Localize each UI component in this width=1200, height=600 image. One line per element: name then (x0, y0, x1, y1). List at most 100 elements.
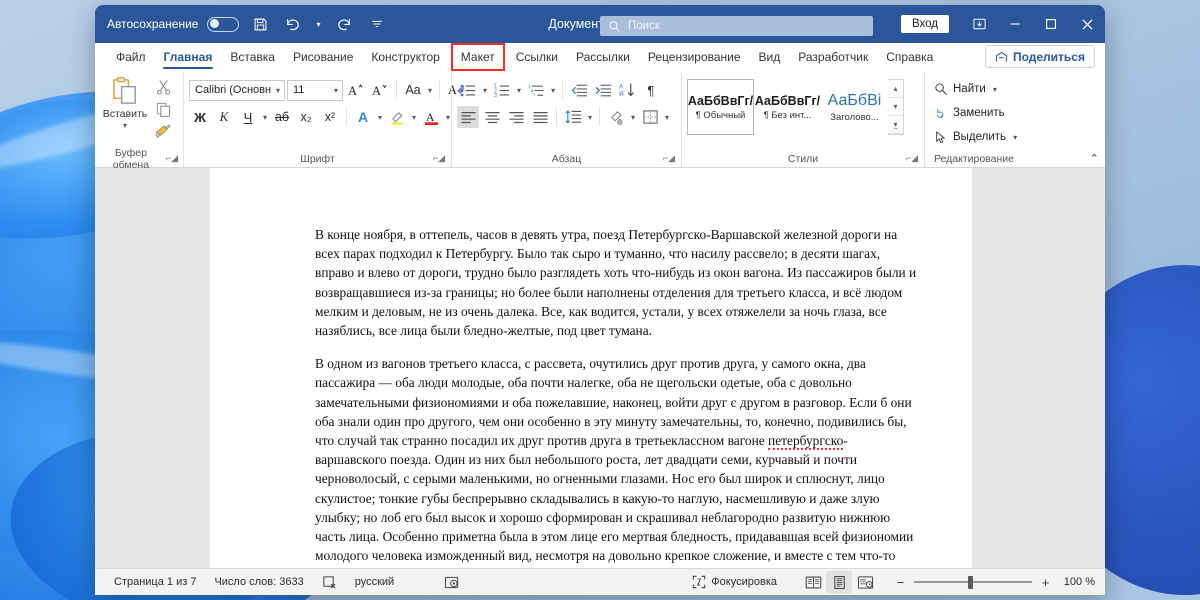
zoom-out-button[interactable]: − (894, 575, 907, 590)
bold-button[interactable]: Ж (189, 106, 211, 128)
change-case-dropdown-icon[interactable]: ▾ (426, 86, 434, 95)
shading-dropdown-icon[interactable]: ▾ (629, 113, 637, 122)
select-button[interactable]: Выделить ▾ (930, 125, 1023, 149)
italic-button[interactable]: К (213, 106, 235, 128)
sign-in-button[interactable]: Вход (901, 15, 949, 33)
style-no-spacing[interactable]: АаБбВвГг/ ¶ Без инт... (754, 79, 821, 135)
font-name-combo[interactable]: Calibri (Основн▾ (189, 80, 285, 101)
numbering-dropdown-icon[interactable]: ▾ (515, 86, 523, 95)
justify-button[interactable] (529, 106, 551, 128)
subscript-button[interactable]: x₂ (295, 106, 317, 128)
tab-developer[interactable]: Разработчик (789, 43, 877, 71)
find-button[interactable]: Найти ▾ (930, 77, 1003, 101)
print-layout-button[interactable] (826, 571, 852, 593)
paste-dropdown-icon[interactable]: ▾ (121, 121, 129, 130)
style-normal[interactable]: АаБбВвГг/ ¶ Обычный (687, 79, 754, 135)
tab-references[interactable]: Ссылки (507, 43, 567, 71)
scroll-up-icon[interactable]: ▴ (888, 80, 903, 98)
align-left-button[interactable] (457, 106, 479, 128)
cut-button[interactable] (152, 77, 174, 97)
dialog-launcher-icon[interactable]: ⌐◢ (166, 154, 178, 163)
close-icon[interactable] (1069, 5, 1105, 43)
ribbon-display-options-icon[interactable] (961, 5, 997, 43)
save-icon[interactable] (248, 12, 272, 36)
tab-file[interactable]: Файл (107, 43, 155, 71)
superscript-button[interactable]: x² (319, 106, 341, 128)
text-effects-dropdown-icon[interactable]: ▾ (376, 113, 384, 122)
font-size-combo[interactable]: 11▾ (287, 80, 343, 101)
decrease-indent-button[interactable] (568, 79, 590, 101)
shrink-font-button[interactable]: A (369, 79, 391, 101)
line-spacing-button[interactable] (562, 106, 584, 128)
copy-button[interactable] (152, 99, 174, 119)
tab-home[interactable]: Главная (155, 43, 222, 71)
chevron-up-icon[interactable]: ⌃ (1090, 152, 1099, 165)
document-canvas[interactable]: В конце ноября, в оттепель, часов в девя… (95, 168, 1105, 568)
tab-review[interactable]: Рецензирование (639, 43, 750, 71)
multilevel-dropdown-icon[interactable]: ▾ (549, 86, 557, 95)
highlight-dropdown-icon[interactable]: ▾ (410, 113, 418, 122)
change-case-button[interactable]: Aa (402, 79, 424, 101)
read-mode-button[interactable] (800, 571, 826, 593)
autosave-toggle[interactable] (207, 17, 239, 32)
align-center-button[interactable] (481, 106, 503, 128)
zoom-level[interactable]: 100 % (1059, 576, 1095, 588)
style-heading1[interactable]: АаБбВі Заголово... (821, 79, 888, 135)
web-layout-button[interactable] (852, 571, 878, 593)
dialog-launcher-icon[interactable]: ⌐◢ (906, 154, 918, 163)
bullets-button[interactable] (457, 79, 479, 101)
tab-draw[interactable]: Рисование (284, 43, 362, 71)
find-dropdown-icon[interactable]: ▾ (991, 85, 999, 94)
zoom-slider-thumb[interactable] (968, 576, 973, 589)
tab-mailings[interactable]: Рассылки (567, 43, 639, 71)
scroll-down-icon[interactable]: ▾ (888, 98, 903, 116)
dialog-launcher-icon[interactable]: ⌐◢ (663, 154, 675, 163)
zoom-slider[interactable] (914, 575, 1032, 589)
line-spacing-dropdown-icon[interactable]: ▾ (586, 113, 594, 122)
borders-button[interactable] (639, 106, 661, 128)
customize-quick-access-icon[interactable] (365, 12, 389, 36)
align-right-button[interactable] (505, 106, 527, 128)
shading-button[interactable] (605, 106, 627, 128)
tab-insert[interactable]: Вставка (221, 43, 284, 71)
document-body[interactable]: В конце ноября, в оттепель, часов в девя… (315, 225, 917, 568)
page-indicator[interactable]: Страница 1 из 7 (105, 569, 205, 596)
select-dropdown-icon[interactable]: ▾ (1011, 133, 1019, 142)
tab-view[interactable]: Вид (750, 43, 790, 71)
tab-layout[interactable]: Макет (452, 44, 504, 70)
more-styles-icon[interactable]: ▾̲ (888, 116, 903, 134)
maximize-icon[interactable] (1033, 5, 1069, 43)
grow-font-button[interactable]: A (345, 79, 367, 101)
font-color-button[interactable]: A (420, 106, 442, 128)
multilevel-list-button[interactable]: 1ai (525, 79, 547, 101)
share-button[interactable]: Поделиться (985, 45, 1095, 68)
show-formatting-marks-button[interactable]: ¶ (640, 79, 662, 101)
tab-design[interactable]: Конструктор (362, 43, 448, 71)
word-count[interactable]: Число слов: 3633 (205, 569, 312, 596)
dialog-launcher-icon[interactable]: ⌐◢ (433, 154, 445, 163)
proofing-errors-icon[interactable] (313, 569, 346, 596)
text-highlight-button[interactable] (386, 106, 408, 128)
sort-button[interactable]: АЯ (616, 79, 638, 101)
strikethrough-button[interactable]: аб (271, 106, 293, 128)
redo-icon[interactable] (332, 12, 356, 36)
language-indicator[interactable]: русский (346, 569, 403, 596)
focus-mode-button[interactable]: Фокусировка (683, 569, 786, 596)
undo-dropdown-icon[interactable]: ▾ (314, 20, 322, 29)
underline-button[interactable]: Ч (237, 106, 259, 128)
format-painter-button[interactable] (152, 121, 174, 141)
tab-help[interactable]: Справка (877, 43, 942, 71)
replace-button[interactable]: bc Заменить (930, 101, 1009, 125)
zoom-in-button[interactable]: + (1039, 575, 1052, 590)
document-page[interactable]: В конце ноября, в оттепель, часов в девя… (210, 168, 972, 568)
search-input[interactable]: Поиск (600, 16, 873, 36)
bullets-dropdown-icon[interactable]: ▾ (481, 86, 489, 95)
paste-button[interactable]: Вставить ▾ (100, 74, 150, 130)
borders-dropdown-icon[interactable]: ▾ (663, 113, 671, 122)
text-effects-button[interactable]: A (352, 106, 374, 128)
underline-dropdown-icon[interactable]: ▾ (261, 113, 269, 122)
increase-indent-button[interactable] (592, 79, 614, 101)
undo-icon[interactable] (281, 12, 305, 36)
minimize-icon[interactable] (997, 5, 1033, 43)
numbering-button[interactable]: 123 (491, 79, 513, 101)
